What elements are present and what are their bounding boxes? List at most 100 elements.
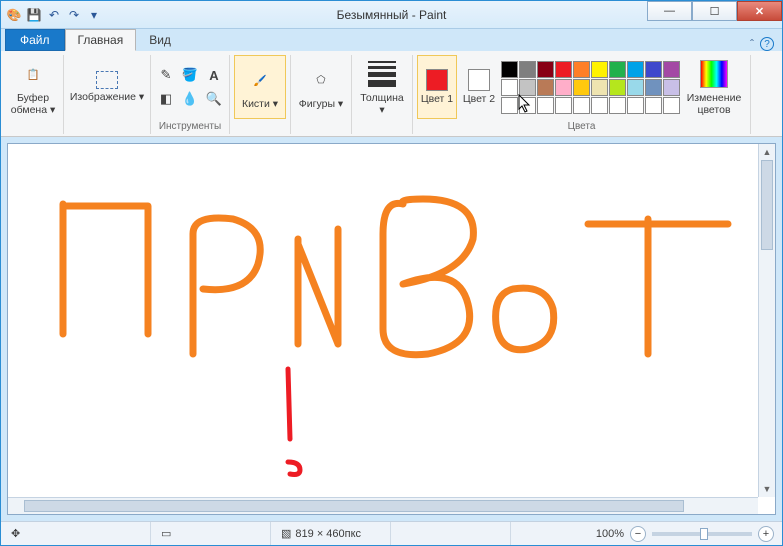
selection-icon: ▭	[161, 527, 171, 540]
fill-tool[interactable]: 🪣	[179, 64, 201, 86]
eraser-tool[interactable]: ◧	[155, 88, 177, 110]
color-swatch[interactable]	[573, 97, 590, 114]
color-swatch[interactable]	[591, 61, 608, 78]
minimize-button[interactable]: —	[647, 1, 692, 21]
color-swatch[interactable]	[501, 79, 518, 96]
palette-row-2	[501, 79, 680, 96]
zoom-tool[interactable]: 🔍	[203, 88, 225, 110]
color-swatch[interactable]	[519, 79, 536, 96]
app-window: 🎨 💾 ↶ ↷ ▾ Безымянный - Paint — ☐ ✕ Файл …	[0, 0, 783, 546]
color-swatch[interactable]	[501, 97, 518, 114]
clipboard-label: Буфер обмена ▾	[8, 92, 58, 116]
picker-tool[interactable]: 💧	[179, 88, 201, 110]
color-swatch[interactable]	[573, 61, 590, 78]
color-swatch[interactable]	[627, 97, 644, 114]
tools-grid: ✎ 🪣 A ◧ 💧 🔍	[155, 64, 225, 110]
tab-home[interactable]: Главная	[65, 29, 137, 51]
image-label: Изображение ▾	[70, 91, 144, 103]
colors-group-label: Цвета	[568, 119, 596, 134]
status-dims: ▧819 × 460пкс	[271, 522, 391, 545]
scroll-thumb-v[interactable]	[761, 160, 773, 250]
image-button[interactable]: Изображение ▾	[68, 55, 146, 119]
color-swatch[interactable]	[519, 97, 536, 114]
status-size	[391, 522, 511, 545]
color-swatch[interactable]	[609, 61, 626, 78]
size-label: Толщина ▾	[357, 92, 407, 116]
maximize-button[interactable]: ☐	[692, 1, 737, 21]
shapes-button[interactable]: ⬠ Фигуры ▾	[295, 55, 347, 119]
color-swatch[interactable]	[537, 79, 554, 96]
color-swatch[interactable]	[663, 97, 680, 114]
scroll-up-icon[interactable]: ▲	[759, 144, 775, 160]
color-swatch[interactable]	[573, 79, 590, 96]
size-button[interactable]: Толщина ▾	[356, 55, 408, 119]
color1-label: Цвет 1	[421, 93, 453, 105]
drawing	[8, 144, 768, 504]
qat-custom[interactable]: ▾	[85, 6, 103, 24]
ribbon-tabs: Файл Главная Вид ˆ ?	[1, 29, 782, 51]
zoom-slider[interactable]	[652, 532, 752, 536]
zoom-knob[interactable]	[700, 528, 708, 540]
palette-row-3	[501, 97, 680, 114]
app-icon: 🎨	[5, 6, 23, 24]
pencil-tool[interactable]: ✎	[155, 64, 177, 86]
canvas[interactable]: ▲ ▼	[7, 143, 776, 515]
color1-button[interactable]: Цвет 1	[417, 55, 457, 119]
rainbow-icon	[700, 60, 728, 88]
color2-button[interactable]: Цвет 2	[459, 55, 499, 119]
tab-file[interactable]: Файл	[5, 29, 65, 51]
color1-swatch	[426, 69, 448, 91]
color-swatch[interactable]	[537, 61, 554, 78]
qat-redo[interactable]: ↷	[65, 6, 83, 24]
brush-icon: 🖌️	[244, 64, 276, 96]
edit-colors-button[interactable]: Изменение цветов	[682, 55, 746, 119]
color2-swatch	[468, 69, 490, 91]
qat-undo[interactable]: ↶	[45, 6, 63, 24]
shapes-label: Фигуры ▾	[299, 98, 343, 110]
tab-view[interactable]: Вид	[136, 29, 184, 51]
qat-save[interactable]: 💾	[25, 6, 43, 24]
brushes-label: Кисти ▾	[242, 98, 278, 110]
color-swatch[interactable]	[609, 79, 626, 96]
color-swatch[interactable]	[645, 61, 662, 78]
edit-colors-label: Изменение цветов	[683, 92, 745, 116]
close-button[interactable]: ✕	[737, 1, 782, 21]
text-tool[interactable]: A	[203, 64, 225, 86]
color-swatch[interactable]	[591, 97, 608, 114]
status-sel: ▭	[151, 522, 271, 545]
titlebar: 🎨 💾 ↶ ↷ ▾ Безымянный - Paint — ☐ ✕	[1, 1, 782, 29]
zoom-out-button[interactable]: −	[630, 526, 646, 542]
zoom-value: 100%	[596, 528, 624, 540]
color-swatch[interactable]	[663, 61, 680, 78]
scroll-thumb-h[interactable]	[24, 500, 684, 512]
color-swatch[interactable]	[501, 61, 518, 78]
color-swatch[interactable]	[663, 79, 680, 96]
ribbon-collapse-icon[interactable]: ˆ	[750, 37, 754, 51]
window-title: Безымянный - Paint	[337, 8, 447, 22]
color-swatch[interactable]	[537, 97, 554, 114]
size-icon	[366, 58, 398, 90]
color-swatch[interactable]	[519, 61, 536, 78]
color-swatch[interactable]	[609, 97, 626, 114]
color-swatch[interactable]	[591, 79, 608, 96]
color-swatch[interactable]	[555, 79, 572, 96]
tools-group-label: Инструменты	[159, 119, 221, 134]
zoom-in-button[interactable]: +	[758, 526, 774, 542]
vertical-scrollbar[interactable]: ▲ ▼	[758, 144, 775, 497]
color-swatch[interactable]	[645, 97, 662, 114]
color-swatch[interactable]	[627, 79, 644, 96]
select-icon	[96, 71, 118, 89]
clipboard-button[interactable]: 📋 Буфер обмена ▾	[7, 55, 59, 119]
horizontal-scrollbar[interactable]	[8, 497, 758, 514]
workspace: ▲ ▼	[1, 137, 782, 521]
color-swatch[interactable]	[645, 79, 662, 96]
color-swatch[interactable]	[555, 61, 572, 78]
color-swatch[interactable]	[555, 97, 572, 114]
color2-label: Цвет 2	[463, 93, 495, 105]
color-swatch[interactable]	[627, 61, 644, 78]
palette-row-1	[501, 61, 680, 78]
ribbon: 📋 Буфер обмена ▾ Изображение ▾ ✎ 🪣	[1, 51, 782, 137]
help-icon[interactable]: ?	[760, 37, 774, 51]
brushes-button[interactable]: 🖌️ Кисти ▾	[234, 55, 286, 119]
scroll-down-icon[interactable]: ▼	[759, 481, 775, 497]
